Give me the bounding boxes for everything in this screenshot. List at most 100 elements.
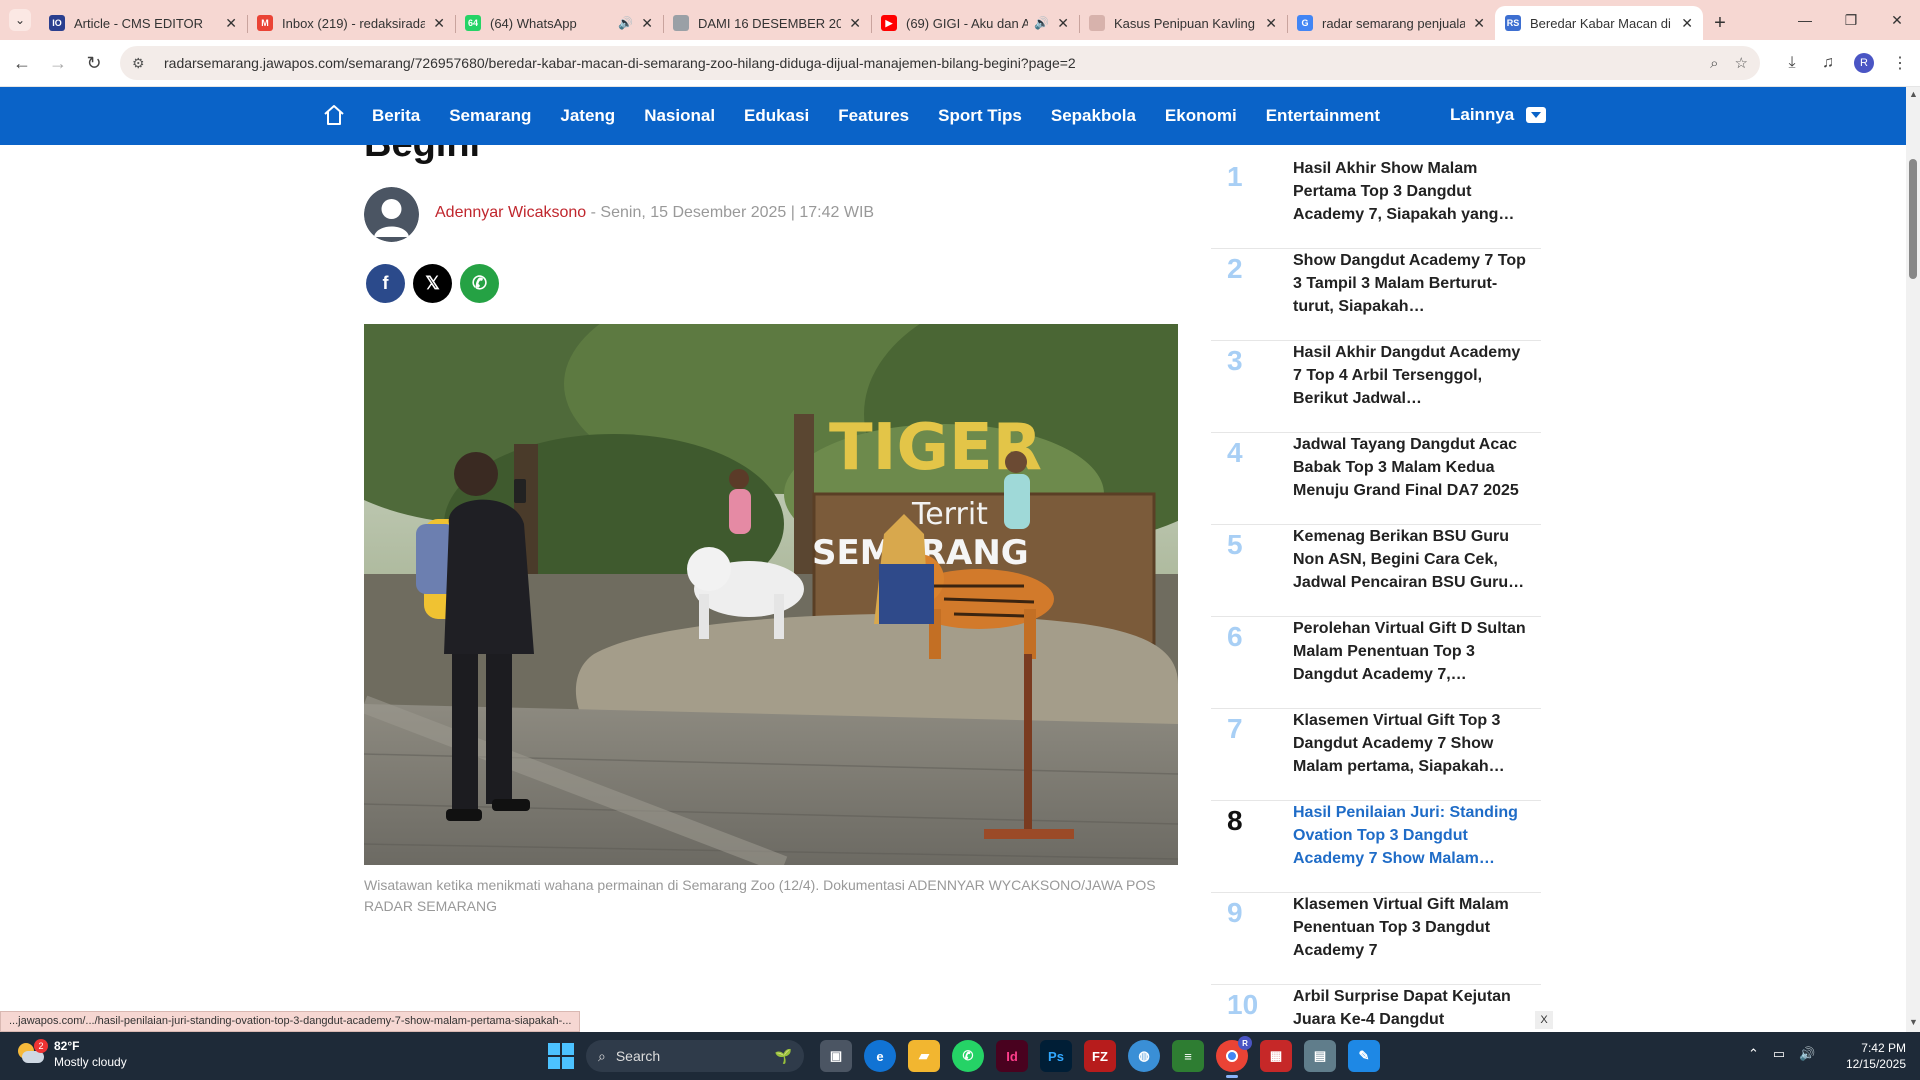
popular-title[interactable]: Show Dangdut Academy 7 Top 3 Tampil 3 Ma… (1293, 249, 1529, 318)
facebook-share-icon[interactable]: f (366, 264, 405, 303)
popular-title[interactable]: Perolehan Virtual Gift D Sultan Malam Pe… (1293, 617, 1529, 686)
profile-avatar[interactable]: R (1854, 53, 1874, 73)
zoom-icon[interactable]: ⌕ (1710, 55, 1718, 72)
indesign-icon[interactable]: Id (996, 1040, 1028, 1072)
scroll-up-icon[interactable]: ▲ (1909, 89, 1918, 99)
x-share-icon[interactable]: 𝕏 (413, 264, 452, 303)
taskbar-search[interactable]: ⌕ Search 🌱 (586, 1040, 804, 1072)
download-icon[interactable]: ⤓ (1774, 45, 1810, 81)
minimize-icon[interactable]: — (1782, 0, 1828, 40)
popular-item[interactable]: 7 Klasemen Virtual Gift Top 3 Dangdut Aca… (1211, 709, 1541, 801)
scrollbar-thumb[interactable] (1909, 159, 1917, 279)
tab-search-button[interactable]: ⌄ (9, 9, 31, 31)
popular-item[interactable]: 8 Hasil Penilaian Juri: Standing Ovation … (1211, 801, 1541, 893)
popular-title[interactable]: Hasil Akhir Dangdut Academy 7 Top 4 Arbi… (1293, 341, 1529, 410)
browser-tab[interactable]: Gradar semarang penjualan ✕ (1287, 6, 1495, 40)
browser-tab[interactable]: ▶ (69) GIGI - Aku dan Ai 🔊 ✕ (871, 6, 1079, 40)
speaker-icon[interactable]: 🔊 (1034, 16, 1049, 30)
tab-close-icon[interactable]: ✕ (225, 15, 237, 32)
nav-item-features[interactable]: Features (838, 106, 909, 126)
popular-title[interactable]: Arbil Surprise Dapat Kejutan Juara Ke-4 … (1293, 985, 1529, 1031)
popular-title[interactable]: Jadwal Tayang Dangdut Acac Babak Top 3 M… (1293, 433, 1529, 502)
nav-item-sport-tips[interactable]: Sport Tips (938, 106, 1022, 126)
chrome-icon[interactable]: R (1216, 1036, 1252, 1078)
nav-item-nasional[interactable]: Nasional (644, 106, 715, 126)
file-explorer-icon[interactable]: ▰ (908, 1040, 940, 1072)
forward-button[interactable]: → (40, 45, 76, 81)
site-info-icon[interactable]: ⚙ (132, 55, 150, 72)
nav-item-berita[interactable]: Berita (372, 106, 420, 126)
notepad-icon[interactable]: ≡ (1172, 1040, 1204, 1072)
browser-tab[interactable]: 64 (64) WhatsApp 🔊 ✕ (455, 6, 663, 40)
popular-title[interactable]: Hasil Penilaian Juri: Standing Ovation T… (1293, 801, 1529, 870)
document-viewer-icon[interactable]: ▤ (1304, 1040, 1336, 1072)
windows-start-icon[interactable] (548, 1043, 574, 1069)
page-scrollbar[interactable]: ▲ ▼ (1906, 87, 1920, 1032)
filezilla-icon[interactable]: FZ (1084, 1040, 1116, 1072)
restore-icon[interactable]: ❐ (1828, 0, 1874, 40)
tab-close-icon[interactable]: ✕ (1265, 15, 1277, 32)
nav-item-sepakbola[interactable]: Sepakbola (1051, 106, 1136, 126)
popular-item[interactable]: 6 Perolehan Virtual Gift D Sultan Malam P… (1211, 617, 1541, 709)
nav-item-jateng[interactable]: Jateng (560, 106, 615, 126)
whatsapp-icon[interactable]: ✆ (952, 1040, 984, 1072)
nav-item-ekonomi[interactable]: Ekonomi (1165, 106, 1237, 126)
nav-item-semarang[interactable]: Semarang (449, 106, 531, 126)
popular-item[interactable]: 2 Show Dangdut Academy 7 Top 3 Tampil 3 M… (1211, 249, 1541, 341)
nav-item-edukasi[interactable]: Edukasi (744, 106, 809, 126)
browser-tab[interactable]: DAMI 16 DESEMBER 2025 ✕ (663, 6, 871, 40)
tab-close-icon[interactable]: ✕ (849, 15, 861, 32)
address-bar[interactable]: ⚙ radarsemarang.jawapos.com/semarang/726… (120, 46, 1760, 80)
new-tab-button[interactable]: + (1703, 6, 1737, 40)
tab-close-icon[interactable]: ✕ (641, 15, 653, 32)
network-icon[interactable]: ▭ (1773, 1046, 1785, 1062)
browser-tab[interactable]: M Inbox (219) - redaksiradar ✕ (247, 6, 455, 40)
popular-item[interactable]: 1 Hasil Akhir Show Malam Pertama Top 3 Da… (1211, 157, 1541, 249)
task-view-icon[interactable]: ▣ (820, 1040, 852, 1072)
popular-title[interactable]: Hasil Akhir Show Malam Pertama Top 3 Dan… (1293, 157, 1529, 226)
popular-title[interactable]: Klasemen Virtual Gift Top 3 Dangdut Acad… (1293, 709, 1529, 778)
close-window-icon[interactable]: ✕ (1874, 0, 1920, 40)
speaker-icon[interactable]: 🔊 (618, 16, 633, 30)
author-link[interactable]: Adennyar Wicaksono (435, 204, 586, 221)
link-status-bar: ...jawapos.com/.../hasil-penilaian-juri-… (0, 1011, 581, 1032)
popular-title[interactable]: Kemenag Berikan BSU Guru Non ASN, Begini… (1293, 525, 1529, 594)
taskbar-clock[interactable]: 7:42 PM 12/15/2025 (1836, 1040, 1906, 1072)
popular-title[interactable]: Klasemen Virtual Gift Malam Penentuan To… (1293, 893, 1529, 962)
browser-tab[interactable]: Kasus Penipuan Kavling K ✕ (1079, 6, 1287, 40)
volume-icon[interactable]: 🔊 (1799, 1046, 1815, 1062)
weather-widget[interactable]: 2 82°F Mostly cloudy (16, 1038, 127, 1070)
popular-item[interactable]: 9 Klasemen Virtual Gift Malam Penentuan T… (1211, 893, 1541, 985)
popular-item[interactable]: 10 Arbil Surprise Dapat Kejutan Juara Ke-… (1211, 985, 1541, 1032)
menu-icon[interactable]: ⋮ (1882, 45, 1918, 81)
tab-close-icon[interactable]: ✕ (1057, 15, 1069, 32)
paint-app-icon[interactable]: ✎ (1348, 1040, 1380, 1072)
edge-icon[interactable]: e (864, 1040, 896, 1072)
popular-item[interactable]: 5 Kemenag Berikan BSU Guru Non ASN, Begin… (1211, 525, 1541, 617)
home-icon[interactable] (322, 103, 346, 127)
popular-item[interactable]: 3 Hasil Akhir Dangdut Academy 7 Top 4 Arb… (1211, 341, 1541, 433)
media-controls-icon[interactable]: ♫ (1810, 45, 1846, 81)
tab-close-icon[interactable]: ✕ (433, 15, 445, 32)
reload-button[interactable]: ↻ (76, 45, 112, 81)
network-globe-icon[interactable]: ◍ (1128, 1040, 1160, 1072)
nav-more-dropdown[interactable]: Lainnya (1450, 105, 1547, 125)
tray-overflow-icon[interactable]: ⌃ (1748, 1046, 1759, 1062)
url-text[interactable]: radarsemarang.jawapos.com/semarang/72695… (164, 55, 1694, 71)
popular-item[interactable]: 4 Jadwal Tayang Dangdut Acac Babak Top 3 … (1211, 433, 1541, 525)
browser-tab[interactable]: RS Beredar Kabar Macan di S ✕ (1495, 6, 1703, 40)
scroll-down-icon[interactable]: ▼ (1909, 1017, 1918, 1027)
photoshop-icon[interactable]: Ps (1040, 1040, 1072, 1072)
calendar-app-icon[interactable]: ▦ (1260, 1040, 1292, 1072)
caret-down-icon (1526, 107, 1547, 123)
back-button[interactable]: ← (4, 45, 40, 81)
search-icon: ⌕ (598, 1047, 606, 1064)
tab-close-icon[interactable]: ✕ (1473, 15, 1485, 32)
tab-close-icon[interactable]: ✕ (1681, 15, 1693, 32)
browser-tab[interactable]: IO Article - CMS EDITOR ✕ (39, 6, 247, 40)
whatsapp-share-icon[interactable]: ✆ (460, 264, 499, 303)
nav-item-entertainment[interactable]: Entertainment (1266, 106, 1380, 126)
tab-strip: ⌄ IO Article - CMS EDITOR ✕ M Inbox (219) - … (0, 0, 1920, 40)
bookmark-star-icon[interactable]: ☆ (1735, 54, 1748, 72)
close-ad-button[interactable]: X (1535, 1011, 1553, 1029)
